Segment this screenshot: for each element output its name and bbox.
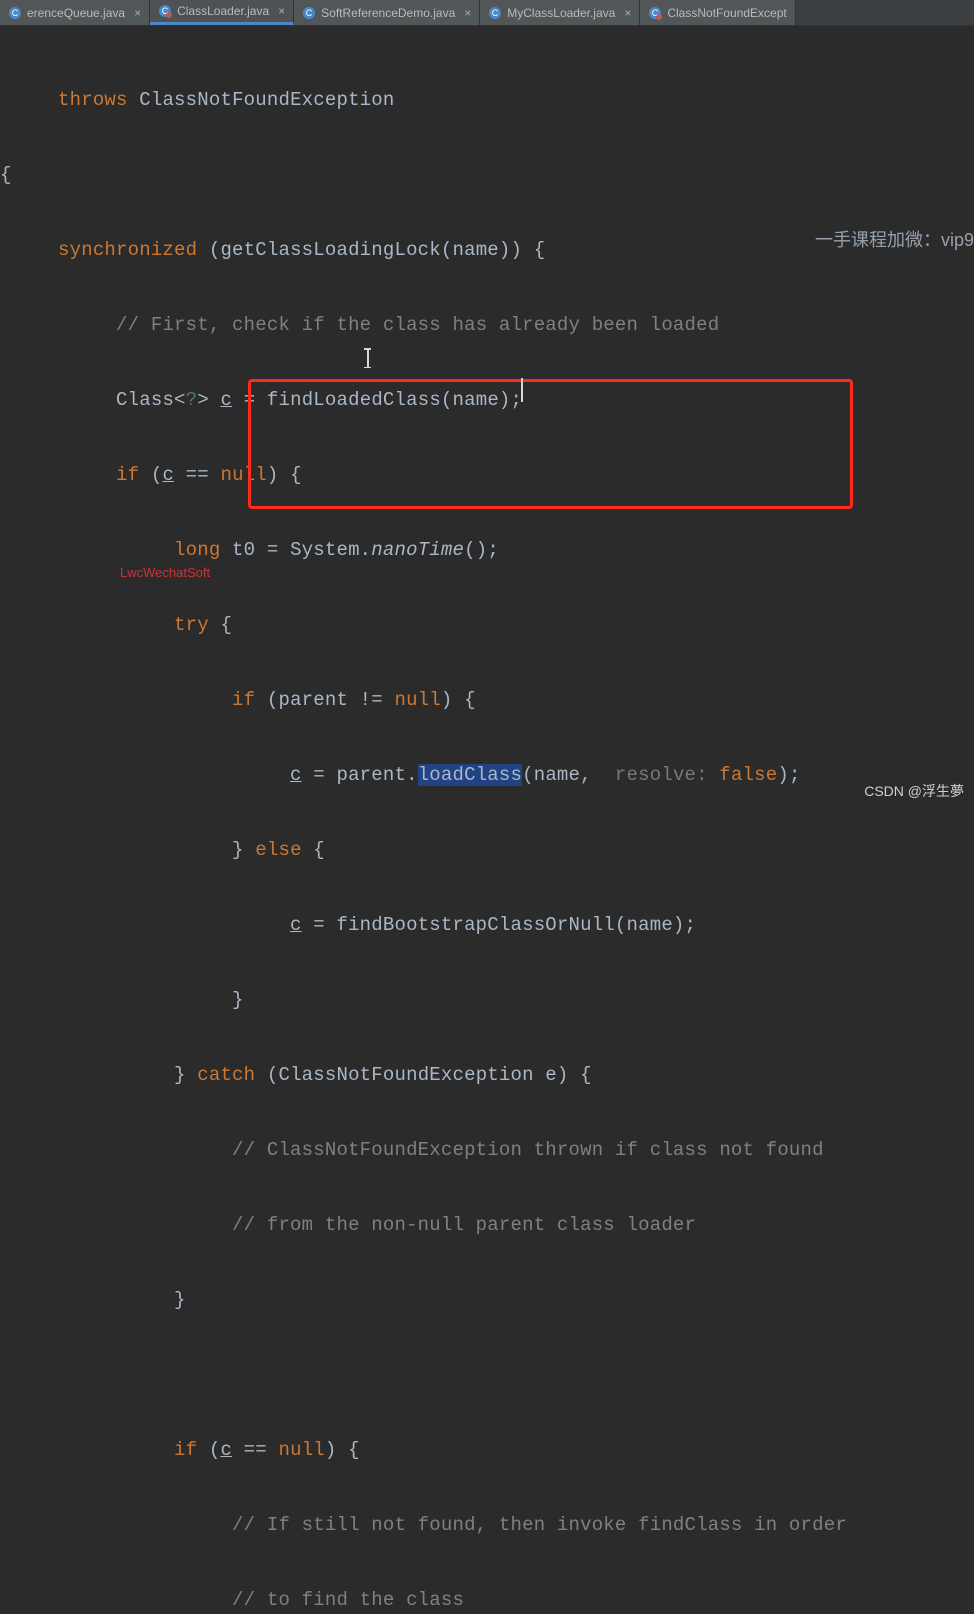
tab-class-loader[interactable]: C ClassLoader.java ×: [150, 0, 294, 25]
code-line: [0, 1357, 974, 1395]
code-line: try {: [0, 607, 974, 645]
tab-label: ClassLoader.java: [177, 4, 269, 18]
java-class-icon: C: [648, 6, 662, 20]
tab-label: SoftReferenceDemo.java: [321, 6, 455, 20]
java-class-icon: C: [8, 6, 22, 20]
close-icon[interactable]: ×: [464, 6, 471, 20]
tab-class-not-found-exception[interactable]: C ClassNotFoundExcept: [640, 0, 795, 25]
code-line: synchronized (getClassLoadingLock(name))…: [0, 232, 974, 270]
close-icon[interactable]: ×: [134, 6, 141, 20]
code-line: {: [0, 157, 974, 195]
editor-tabs: C erenceQueue.java × C ClassLoader.java …: [0, 0, 974, 26]
tab-label: ClassNotFoundExcept: [667, 6, 786, 20]
tab-label: MyClassLoader.java: [507, 6, 615, 20]
svg-text:C: C: [306, 8, 313, 18]
java-class-icon: C: [302, 6, 316, 20]
svg-text:C: C: [492, 8, 499, 18]
code-editor[interactable]: throws ClassNotFoundException { synchron…: [0, 26, 974, 1614]
code-line: if (c == null) {: [0, 457, 974, 495]
code-line: // ClassNotFoundException thrown if clas…: [0, 1132, 974, 1170]
code-line: // If still not found, then invoke findC…: [0, 1507, 974, 1545]
code-line: } catch (ClassNotFoundException e) {: [0, 1057, 974, 1095]
tab-my-class-loader[interactable]: C MyClassLoader.java ×: [480, 0, 640, 25]
svg-text:C: C: [12, 8, 19, 18]
code-line: c = findBootstrapClassOrNull(name);: [0, 907, 974, 945]
tab-soft-reference-demo[interactable]: C SoftReferenceDemo.java ×: [294, 0, 480, 25]
code-line: c = parent.loadClass(name, resolve: fals…: [0, 757, 974, 795]
java-class-icon: C: [488, 6, 502, 20]
close-icon[interactable]: ×: [624, 6, 631, 20]
code-line: // First, check if the class has already…: [0, 307, 974, 345]
code-line: Class<?> c = findLoadedClass(name);: [0, 382, 974, 420]
tab-reference-queue[interactable]: C erenceQueue.java ×: [0, 0, 150, 25]
code-line: long t0 = System.nanoTime();: [0, 532, 974, 570]
code-line: throws ClassNotFoundException: [0, 82, 974, 120]
code-line: // to find the class: [0, 1582, 974, 1614]
code-line: // from the non-null parent class loader: [0, 1207, 974, 1245]
code-line: if (c == null) {: [0, 1432, 974, 1470]
code-line: if (parent != null) {: [0, 682, 974, 720]
tab-label: erenceQueue.java: [27, 6, 125, 20]
code-line: }: [0, 1282, 974, 1320]
code-line: }: [0, 982, 974, 1020]
code-line: } else {: [0, 832, 974, 870]
java-class-icon: C: [158, 4, 172, 18]
close-icon[interactable]: ×: [278, 4, 285, 18]
